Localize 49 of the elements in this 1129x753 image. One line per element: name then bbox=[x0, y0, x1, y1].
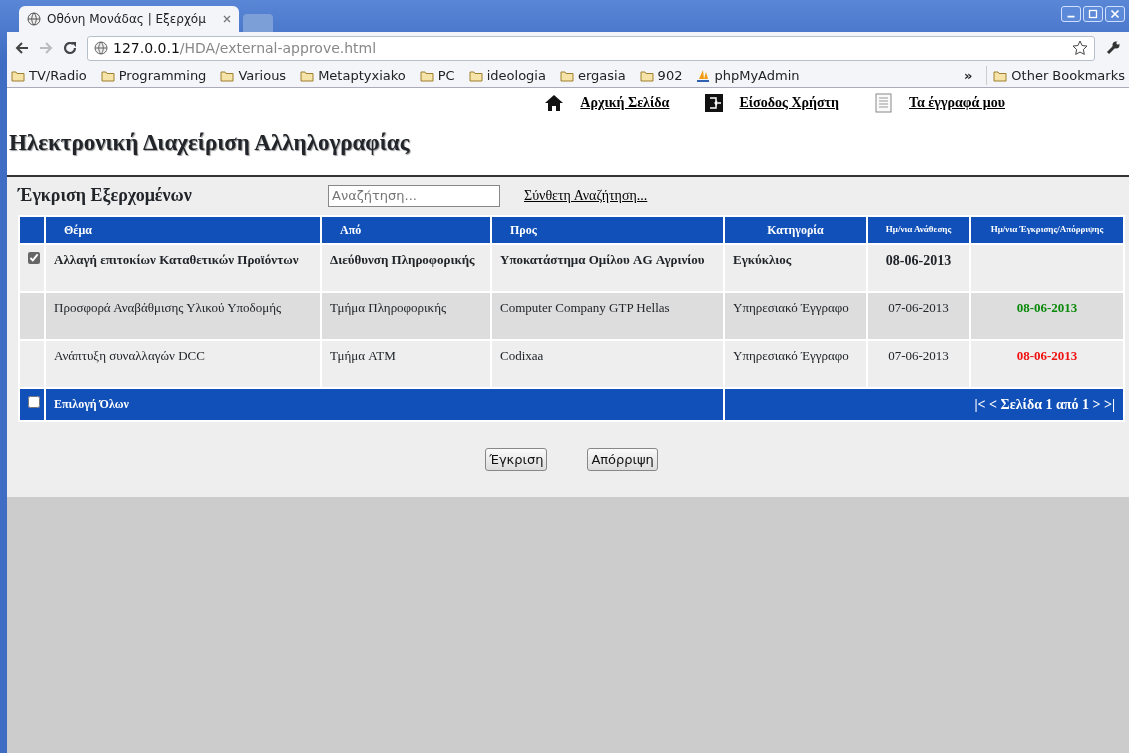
table-cell: Διεύθυνση Πληροφορικής bbox=[330, 251, 475, 267]
table-cell: Εγκύκλιος bbox=[733, 251, 792, 267]
table-cell: Ανάπτυξη συναλλαγών DCC bbox=[54, 347, 205, 363]
overflow-chevron[interactable]: » bbox=[963, 65, 973, 86]
table-cell: Προσφορά Αναβάθμισης Υλικού Υποδομής bbox=[54, 299, 282, 315]
table-cell: Υπηρεσιακό Έγγραφο bbox=[733, 299, 849, 315]
table-cell: 08-06-2013 bbox=[885, 252, 952, 268]
url-text: 127.0.0.1/HDA/external-approve.html bbox=[113, 38, 377, 58]
bookmark-item[interactable]: Programming bbox=[100, 65, 207, 86]
table-cell: 08-06-2013 bbox=[1016, 347, 1078, 363]
column-header: Θέμα bbox=[46, 216, 320, 243]
table-cell: 08-06-2013 bbox=[1016, 299, 1078, 315]
table-cell: 07-06-2013 bbox=[888, 347, 949, 363]
address-bar[interactable]: 127.0.0.1/HDA/external-approve.html bbox=[87, 35, 1095, 61]
section-title: Έγκριση Εξερχομένων bbox=[18, 184, 193, 207]
column-header: Από bbox=[322, 216, 490, 243]
table-cell: Τμήμα ATM bbox=[330, 347, 396, 363]
approve-button[interactable]: Έγκριση bbox=[485, 447, 548, 472]
bookmark-item[interactable]: ideologia bbox=[468, 65, 546, 86]
bookmark-item[interactable]: PC bbox=[419, 65, 455, 86]
table-cell: Τμήμα Πληροφορικής bbox=[330, 299, 447, 315]
select-all-label: Επιλογή Όλων bbox=[54, 397, 129, 412]
nav-link[interactable]: Αρχική Σελίδα bbox=[580, 92, 670, 113]
bookmark-item[interactable]: TV/Radio bbox=[11, 65, 87, 86]
table-cell: Codixaa bbox=[500, 347, 544, 363]
pagination-text[interactable]: |< < Σελίδα 1 από 1 > >| bbox=[974, 396, 1115, 412]
column-header: Κατηγορία bbox=[725, 216, 866, 243]
table-cell: Υποκατάστημα Ομίλου AG Αγρινίου bbox=[500, 251, 705, 267]
tab-title: Οθόνη Μονάδας | Εξερχόμ bbox=[47, 11, 206, 28]
advanced-search-link[interactable]: Σύνθετη Αναζήτηση... bbox=[524, 185, 648, 207]
nav-link[interactable]: Τα έγγραφά μου bbox=[908, 92, 1005, 113]
nav-link[interactable]: Είσοδος Χρήστη bbox=[739, 92, 839, 113]
site-title: Ηλεκτρονική Διαχείριση Αλληλογραφίας bbox=[8, 129, 411, 157]
bookmark-item[interactable]: 902 bbox=[639, 65, 683, 86]
search-field[interactable]: Αναζήτηση... bbox=[328, 184, 500, 207]
column-header: Προς bbox=[492, 216, 723, 243]
table-cell: Computer Company GTP Hellas bbox=[500, 299, 670, 315]
browser-tab[interactable]: Οθόνη Μονάδας | Εξερχόμ bbox=[19, 6, 239, 32]
bookmark-item[interactable]: ergasia bbox=[559, 65, 626, 86]
bookmark-item[interactable]: Metaptyxiako bbox=[300, 65, 406, 86]
table-cell: 07-06-2013 bbox=[888, 299, 949, 315]
table-cell: Υπηρεσιακό Έγγραφο bbox=[733, 347, 849, 363]
column-header: Ημ/νια Έγκρισης/Απόρριψης bbox=[971, 216, 1123, 243]
bookmark-item[interactable]: Other Bookmarks bbox=[986, 65, 1125, 86]
table-cell: Αλλαγή επιτοκίων Καταθετικών Προϊόντων bbox=[54, 251, 299, 267]
column-header: Ημ/νια Ανάθεσης bbox=[868, 216, 969, 243]
bookmark-item[interactable]: phpMyAdmin bbox=[696, 65, 800, 86]
reject-button[interactable]: Απόρριψη bbox=[587, 447, 658, 472]
bookmark-item[interactable]: Various bbox=[220, 65, 287, 86]
